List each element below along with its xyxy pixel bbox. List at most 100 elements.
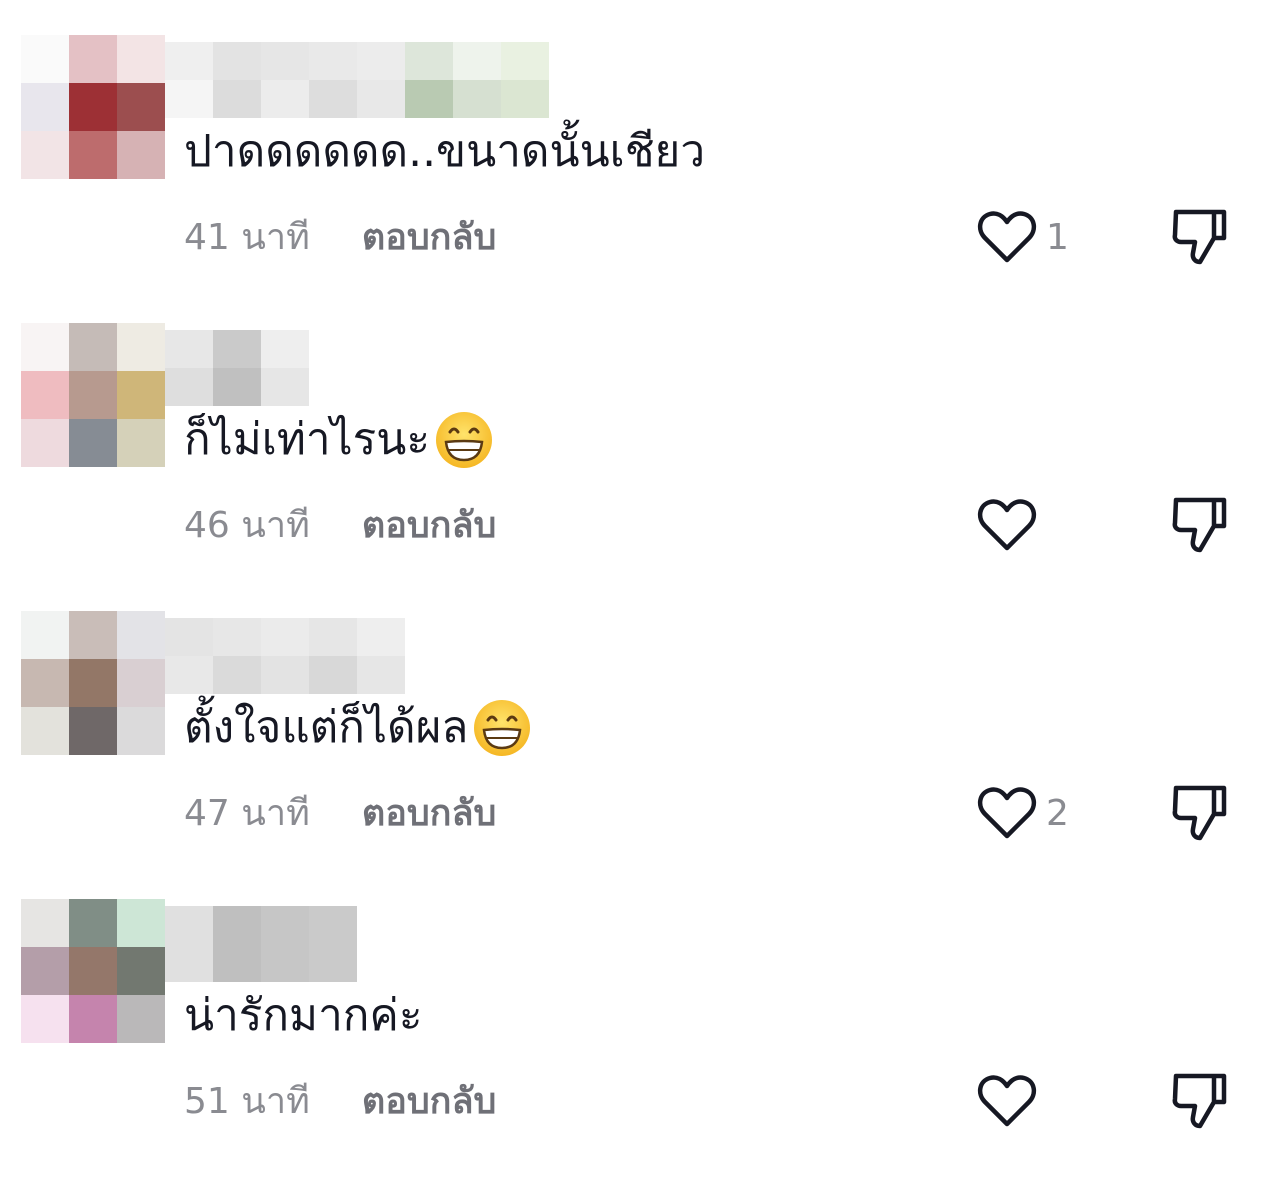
- username-pixel: [165, 656, 213, 694]
- avatar-pixel: [117, 947, 165, 995]
- username-pixel: [213, 80, 261, 118]
- comment-text: น่ารักมากค่ะ: [184, 986, 422, 1046]
- username-pixel: [261, 656, 309, 694]
- username-pixel-column: [213, 42, 261, 118]
- thumbs-down-icon[interactable]: [1170, 204, 1230, 266]
- username-pixel: [165, 906, 213, 944]
- comment-text-content: ตั้งใจแต่ก็ได้ผล: [184, 702, 469, 753]
- username-pixel: [213, 656, 261, 694]
- avatar-pixel: [69, 707, 117, 755]
- avatar-pixel: [117, 659, 165, 707]
- avatar-pixel: [21, 707, 69, 755]
- username-pixel-column: [165, 42, 213, 118]
- username-pixel-column: [405, 42, 453, 118]
- avatar-pixel: [21, 35, 69, 83]
- avatar-pixel: [69, 419, 117, 467]
- avatar-pixel: [69, 35, 117, 83]
- username-pixelated[interactable]: [165, 42, 549, 118]
- avatar-pixel: [69, 611, 117, 659]
- reply-button[interactable]: ตอบกลับ: [362, 793, 497, 834]
- avatar-pixel: [69, 947, 117, 995]
- heart-outline-icon: [977, 787, 1037, 839]
- username-pixel-column: [261, 618, 309, 694]
- avatar-pixel: [21, 899, 69, 947]
- comment-meta: 46 นาที ตอบกลับ: [184, 496, 496, 556]
- heart-outline-icon: [977, 499, 1037, 551]
- username-pixel: [309, 906, 357, 944]
- username-pixel: [213, 618, 261, 656]
- comment-time: 41 นาที: [184, 217, 310, 258]
- like-button[interactable]: 2: [976, 781, 1069, 845]
- username-pixel: [405, 42, 453, 80]
- avatar-pixel: [21, 611, 69, 659]
- username-pixel: [213, 330, 261, 368]
- avatar[interactable]: [21, 323, 165, 467]
- thumbs-down-icon[interactable]: [1170, 780, 1230, 842]
- thumbs-down-icon[interactable]: [1170, 1068, 1230, 1130]
- thumbs-down-icon[interactable]: [1170, 492, 1230, 554]
- username-pixel: [261, 944, 309, 982]
- username-pixel: [261, 42, 309, 80]
- comment-time: 51 นาที: [184, 1081, 310, 1122]
- username-pixel: [165, 42, 213, 80]
- comment-item-4: น่ารักมากค่ะ 51 นาที ตอบกลับ: [0, 864, 1280, 1151]
- username-pixel-column: [165, 618, 213, 694]
- avatar-pixel: [69, 371, 117, 419]
- username-pixel: [213, 944, 261, 982]
- username-pixel: [501, 42, 549, 80]
- avatar[interactable]: [21, 899, 165, 1043]
- like-button[interactable]: [976, 493, 1038, 557]
- comment-time: 46 นาที: [184, 505, 310, 546]
- username-pixel: [309, 944, 357, 982]
- like-button[interactable]: 1: [976, 205, 1069, 269]
- username-pixelated[interactable]: [165, 330, 309, 406]
- like-button[interactable]: [976, 1069, 1038, 1133]
- username-pixel-column: [165, 906, 213, 982]
- username-pixel-column: [213, 618, 261, 694]
- username-pixelated[interactable]: [165, 618, 405, 694]
- comment-text-content: ก็ไม่เท่าไรนะ: [184, 414, 430, 465]
- username-pixel: [261, 330, 309, 368]
- comment-meta: 41 นาที ตอบกลับ: [184, 208, 496, 268]
- avatar-pixel: [117, 323, 165, 371]
- avatar[interactable]: [21, 611, 165, 755]
- avatar-pixel: [117, 131, 165, 179]
- username-pixel: [165, 80, 213, 118]
- username-pixel-column: [213, 906, 261, 982]
- username-pixel: [165, 618, 213, 656]
- comment-text-content: ปาดดดดดด..ขนาดนั้นเชียว: [184, 126, 706, 177]
- avatar-pixel: [21, 131, 69, 179]
- comment-meta: 47 นาที ตอบกลับ: [184, 784, 496, 844]
- like-count: 1: [1046, 216, 1069, 258]
- heart-outline-icon: [977, 1075, 1037, 1127]
- username-pixel: [357, 656, 405, 694]
- avatar-pixel: [21, 659, 69, 707]
- avatar-pixel: [117, 35, 165, 83]
- username-pixel: [213, 368, 261, 406]
- avatar[interactable]: [21, 35, 165, 179]
- username-pixelated[interactable]: [165, 906, 357, 982]
- reply-button[interactable]: ตอบกลับ: [362, 505, 497, 546]
- username-pixel: [453, 42, 501, 80]
- username-pixel: [309, 42, 357, 80]
- username-pixel: [309, 618, 357, 656]
- username-pixel: [165, 330, 213, 368]
- username-pixel-column: [453, 42, 501, 118]
- comment-text-content: น่ารักมากค่ะ: [184, 990, 423, 1041]
- avatar-pixel: [69, 659, 117, 707]
- comment-item-3: ตั้งใจแต่ก็ได้ผล 47 นาที ตอบกลับ 2: [0, 576, 1280, 863]
- username-pixel: [261, 906, 309, 944]
- username-pixel-column: [501, 42, 549, 118]
- avatar-pixel: [117, 419, 165, 467]
- reply-button[interactable]: ตอบกลับ: [362, 217, 497, 258]
- username-pixel: [357, 80, 405, 118]
- avatar-pixel: [117, 707, 165, 755]
- username-pixel: [261, 368, 309, 406]
- username-pixel-column: [261, 906, 309, 982]
- comment-meta: 51 นาที ตอบกลับ: [184, 1072, 496, 1132]
- reply-button[interactable]: ตอบกลับ: [362, 1081, 497, 1122]
- username-pixel: [213, 906, 261, 944]
- avatar-pixel: [21, 371, 69, 419]
- username-pixel-column: [309, 42, 357, 118]
- avatar-pixel: [69, 323, 117, 371]
